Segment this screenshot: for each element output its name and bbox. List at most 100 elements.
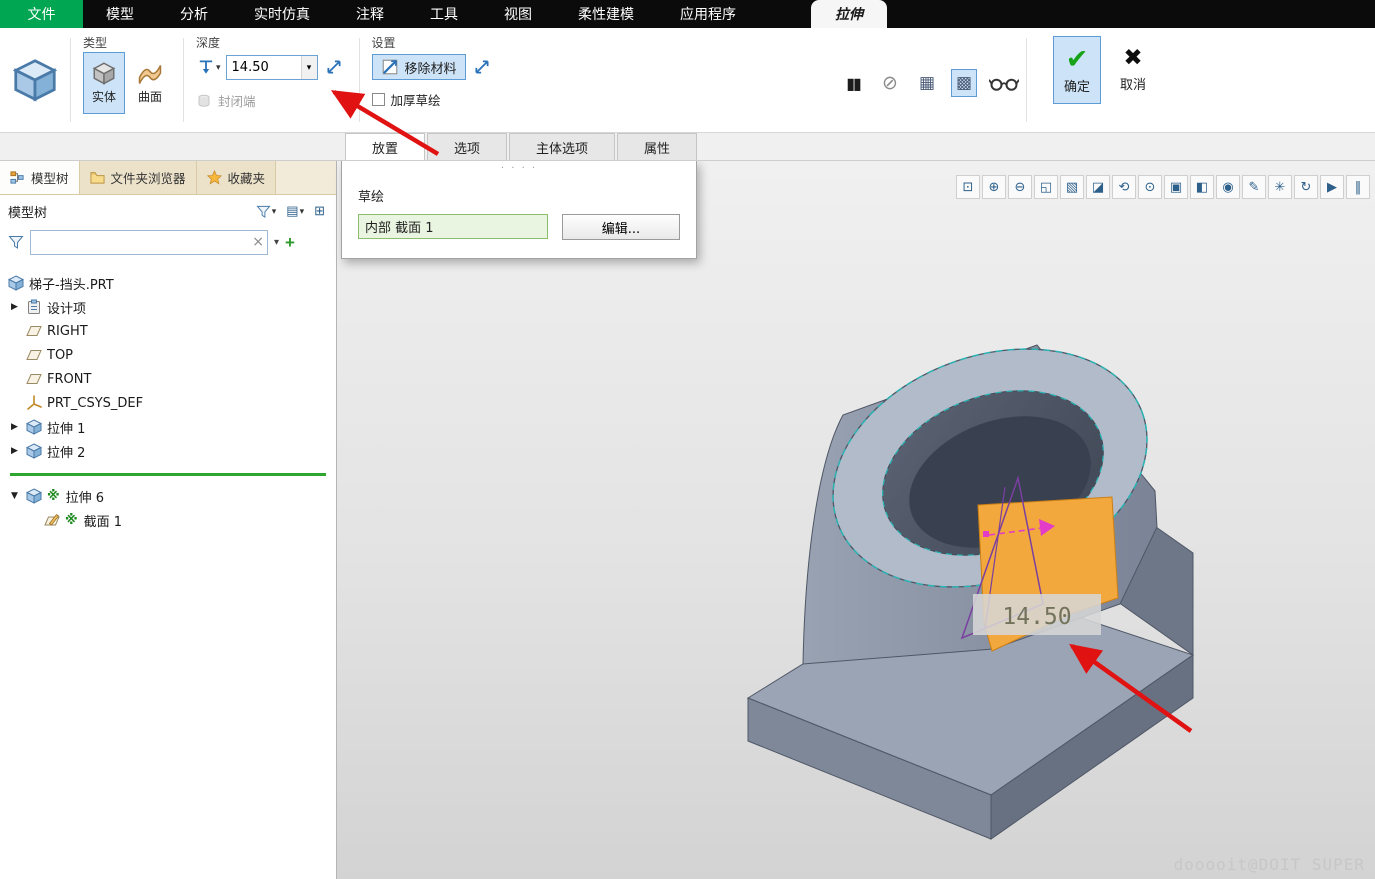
zoom-out-icon: ⊖ [1014,179,1026,195]
attached-preview-button[interactable]: ▩ [951,69,977,97]
depth-dimension[interactable]: 14.50 [973,594,1101,635]
panel-grip-handle[interactable]: · · · · [342,163,696,176]
section-view-button[interactable]: ◧ [1190,175,1214,199]
repaint-button[interactable]: ▧ [1060,175,1084,199]
tree-columns-button[interactable]: ▤ ▾ [283,200,307,222]
add-filter-button[interactable]: + [285,234,295,251]
tree-row-extrude-6[interactable]: ▼ ※ 拉伸 6 [8,484,336,508]
chevron-down-icon: ▾ [216,61,221,72]
settings-group-label: 设置 [371,36,396,50]
saved-orientations-button[interactable]: ⟲ [1112,175,1136,199]
view-normal-icon: ⊙ [1144,179,1156,195]
design-items-icon [26,299,42,315]
tree-row-right-plane[interactable]: RIGHT [8,319,336,343]
graphics-viewport[interactable]: ⊡ ⊕ ⊖ ◱ ▧ ◪ ⟲ ⊙ ▣ ◧ ◉ ✎ ✳ ↻ ▶ ‖ 14.50 do… [337,161,1375,879]
tree-row-design-items[interactable]: ▶ 设计项 [8,295,336,319]
sketch-collector-field[interactable]: 内部 截面 1 [358,214,548,239]
sketch-icon [44,512,60,528]
menu-file[interactable]: 文件 [0,0,83,28]
unattached-preview-button[interactable]: ▦ [914,69,940,97]
tree-label-extrude-2: 拉伸 2 [47,445,86,461]
thicken-sketch-option[interactable]: 加厚草绘 [371,90,495,109]
tab-properties[interactable]: 属性 [617,133,698,160]
surface-label: 曲面 [137,90,162,104]
no-preview-button[interactable]: ⊘ [877,69,903,97]
verify-button[interactable] [988,69,1020,97]
depth-value-input[interactable] [226,56,301,78]
csys-icon [26,395,42,411]
tab-extrude-context[interactable]: 拉伸 [811,0,887,28]
menu-annotate[interactable]: 注释 [340,0,400,28]
flip-arrows-icon [473,58,491,76]
tree-row-part[interactable]: 梯子-挡头.PRT [8,271,336,295]
tab-folder-browser[interactable]: 文件夹浏览器 [79,161,197,194]
menu-analysis[interactable]: 分析 [164,0,224,28]
expander-icon[interactable]: ▶ [8,422,21,432]
flip-material-side-button[interactable] [470,55,495,80]
menu-tools[interactable]: 工具 [414,0,474,28]
tree-filter-input[interactable] [31,230,267,254]
annotations-button[interactable]: ✎ [1242,175,1266,199]
annotations-icon: ✎ [1248,179,1260,195]
zoom-region-button[interactable]: ⊡ [956,175,980,199]
menu-live-simulation[interactable]: 实时仿真 [238,0,326,28]
menubar: 文件 模型 分析 实时仿真 注释 工具 视图 柔性建模 应用程序 拉伸 [0,0,1375,28]
model-tree-header: 模型树 ▾ ▤ ▾ ⊞ [0,195,336,227]
view-normal-button[interactable]: ⊙ [1138,175,1162,199]
expander-icon[interactable]: ▶ [8,302,21,312]
tree-row-csys[interactable]: PRT_CSYS_DEF [8,391,336,415]
expander-icon[interactable]: ▶ [8,446,21,456]
tree-row-extrude-2[interactable]: ▶ 拉伸 2 [8,439,336,463]
filter-dropdown-button[interactable]: ▾ [274,237,279,248]
zoom-in-button[interactable]: ⊕ [982,175,1006,199]
flip-depth-direction-button[interactable] [322,55,347,80]
pause-display-button[interactable]: ‖ [1346,175,1370,199]
remove-material-button[interactable]: 移除材料 [371,54,466,80]
3d-model-canvas[interactable]: 14.50 [337,161,1375,879]
thicken-sketch-checkbox[interactable] [371,93,385,106]
tree-filters-button[interactable]: ▾ [253,201,280,222]
capture-button[interactable]: ▣ [1164,175,1188,199]
menu-model[interactable]: 模型 [90,0,150,28]
tab-body-options[interactable]: 主体选项 [509,133,616,160]
tree-row-front-plane[interactable]: FRONT [8,367,336,391]
funnel-icon [8,234,24,250]
menu-flexible-modeling[interactable]: 柔性建模 [562,0,650,28]
tab-placement[interactable]: 放置 [345,133,426,160]
model-tree-title: 模型树 [8,205,48,221]
tree-label-right: RIGHT [47,323,88,339]
pause-feature-button[interactable]: ▮▮ [840,69,866,97]
tab-model-tree[interactable]: 模型树 [0,161,80,194]
menu-applications[interactable]: 应用程序 [664,0,752,28]
surface-button[interactable]: 曲面 [129,52,171,114]
tree-row-section-1[interactable]: ※ 截面 1 [8,508,336,532]
tree-label-extrude-1: 拉伸 1 [47,421,86,437]
tree-row-extrude-1[interactable]: ▶ 拉伸 1 [8,415,336,439]
settings-group: 设置 移除材料 加厚草绘 [366,32,501,128]
insert-here-locator[interactable] [10,473,326,476]
edit-sketch-button[interactable]: 编辑... [561,214,680,240]
pause-icon: ‖ [1354,179,1362,195]
ok-button[interactable]: ✔ 确定 [1053,36,1101,104]
appearance-button[interactable]: ◉ [1216,175,1240,199]
datum-display-button[interactable]: ✳ [1268,175,1292,199]
dashboard-tab-strip: 放置 选项 主体选项 属性 [0,133,1375,161]
tree-row-top-plane[interactable]: TOP [8,343,336,367]
spin-center-button[interactable]: ↻ [1294,175,1318,199]
dragger-button[interactable]: ▶ [1320,175,1344,199]
display-style-button[interactable]: ◪ [1086,175,1110,199]
refit-button[interactable]: ◱ [1034,175,1058,199]
tab-options[interactable]: 选项 [427,133,508,160]
clear-icon[interactable]: × [252,233,264,251]
solid-button[interactable]: 实体 [83,52,125,114]
dimension-value[interactable]: 14.50 [1002,604,1071,630]
depth-dropdown-button[interactable]: ▾ [300,55,317,79]
menu-view[interactable]: 视图 [488,0,548,28]
tree-settings-button[interactable]: ⊞ [311,200,328,222]
cancel-button[interactable]: ✖ 取消 [1109,36,1157,104]
tab-favorites[interactable]: 收藏夹 [196,161,277,194]
expander-icon[interactable]: ▼ [8,491,21,501]
zoom-out-button[interactable]: ⊖ [1008,175,1032,199]
extrude-dashboard-ribbon: 类型 实体 曲面 深度 ▾ 14.50 ▾ 封闭端 设置 移除材料 加厚草绘 ▮… [0,28,1375,133]
depth-type-button[interactable]: ▾ [196,55,222,79]
